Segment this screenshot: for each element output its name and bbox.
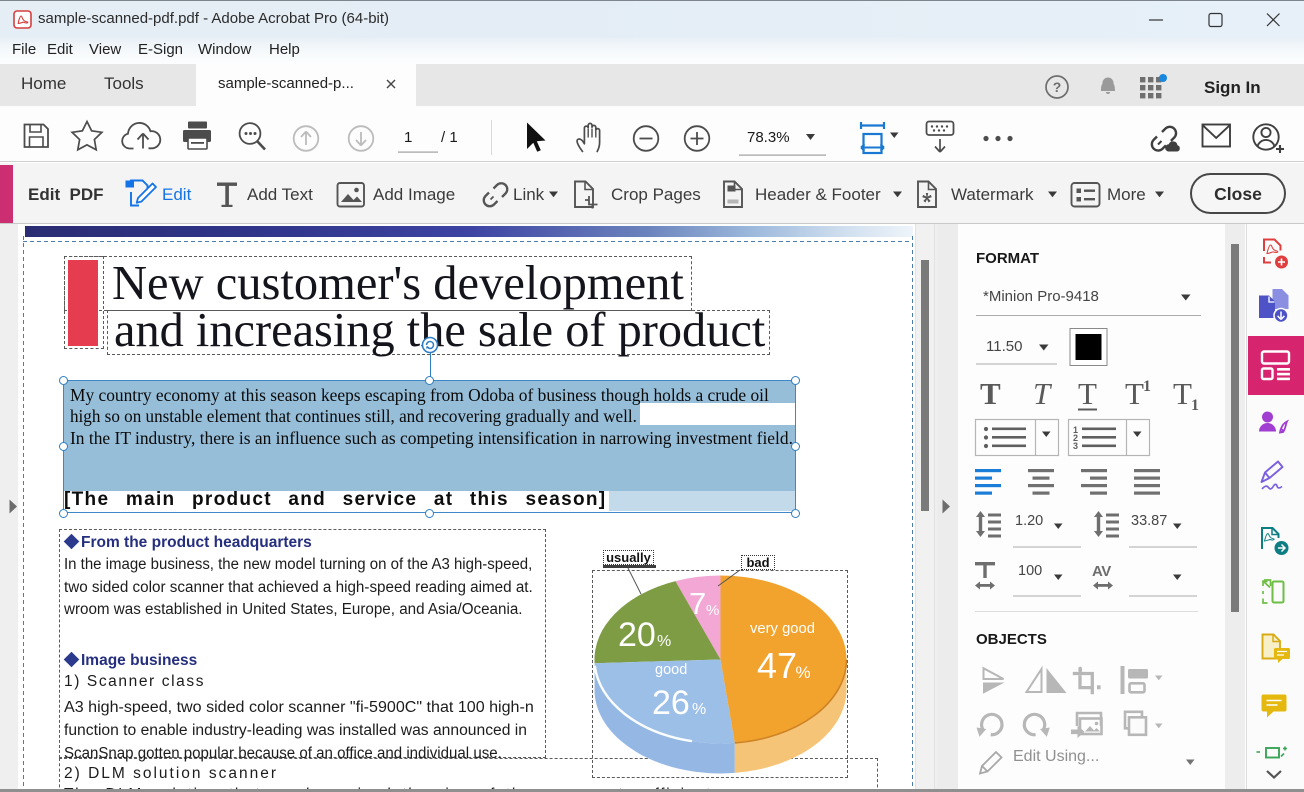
svg-text:1: 1: [1191, 397, 1199, 414]
svg-text:T: T: [1033, 376, 1053, 411]
svg-text:78.3%: 78.3%: [747, 129, 790, 146]
svg-text:1: 1: [1143, 378, 1151, 395]
svg-text:26: 26: [652, 684, 690, 722]
svg-text:/ 1: / 1: [441, 129, 458, 146]
svg-text:good: good: [655, 662, 687, 678]
svg-text:%: %: [796, 663, 811, 682]
svg-text:T: T: [1078, 376, 1097, 411]
svg-text:20: 20: [618, 616, 656, 654]
svg-text:47: 47: [757, 645, 797, 686]
svg-text:%: %: [657, 633, 671, 650]
svg-text:very good: very good: [750, 621, 815, 637]
svg-text:T: T: [1125, 376, 1144, 411]
svg-text:?: ?: [1053, 79, 1062, 95]
svg-text:%: %: [692, 701, 706, 718]
svg-text:T: T: [1173, 376, 1192, 411]
svg-text:Close: Close: [1214, 184, 1262, 204]
svg-text:Sign In: Sign In: [1204, 78, 1261, 97]
svg-text:1: 1: [404, 129, 412, 146]
svg-text:T: T: [980, 376, 1001, 411]
svg-text:AV: AV: [1092, 563, 1111, 580]
svg-text:3: 3: [1073, 441, 1078, 451]
